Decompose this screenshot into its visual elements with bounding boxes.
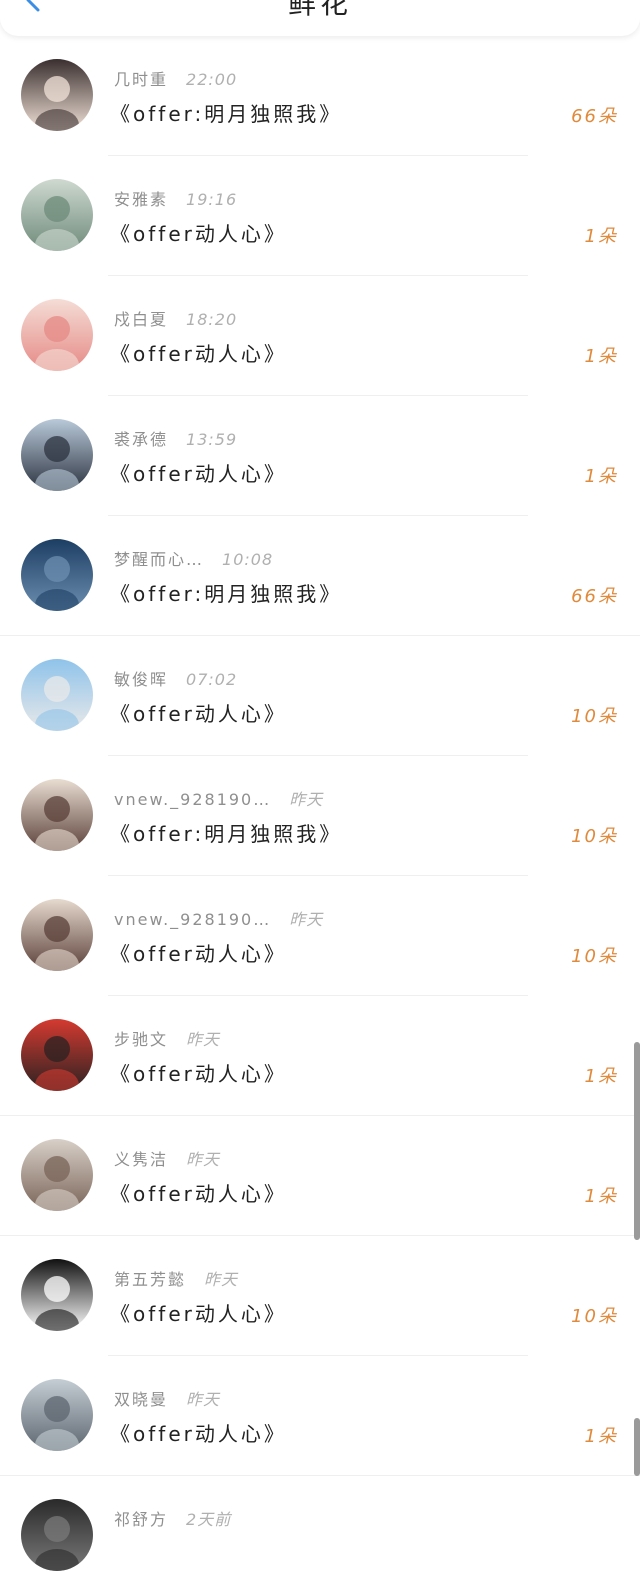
user-name-text: 祁舒方	[114, 1510, 169, 1529]
flower-count: 1朵	[584, 1066, 618, 1087]
list-item[interactable]: 几时重 22:00 《offer:明月独照我》 66朵	[0, 36, 640, 156]
user-name[interactable]: 裘承德 13:59	[114, 426, 237, 450]
book-title[interactable]: 《offer:明月独照我》	[110, 578, 342, 607]
list-item[interactable]: 戍白夏 18:20 《offer动人心》 1朵	[0, 276, 640, 396]
timestamp: 昨天	[186, 1390, 221, 1409]
list-item[interactable]: vnew._928190… 昨天《offer:明月独照我》 10朵	[0, 756, 640, 876]
list-item[interactable]: 梦醒而心… 10:08 《offer:明月独照我》 66朵	[0, 516, 640, 636]
book-title[interactable]: 《offer动人心》	[110, 1178, 287, 1207]
flower-count: 10朵	[571, 1306, 618, 1327]
list-item[interactable]: 祁舒方 2天前	[0, 1476, 640, 1596]
flower-count: 10朵	[571, 946, 618, 967]
timestamp: 昨天	[204, 1270, 239, 1289]
timestamp: 昨天	[289, 910, 324, 929]
user-name-text: 义隽洁	[114, 1150, 169, 1169]
list-item[interactable]: 第五芳懿 昨天《offer动人心》 10朵	[0, 1236, 640, 1356]
avatar[interactable]	[21, 659, 93, 731]
book-title[interactable]: 《offer:明月独照我》	[110, 818, 342, 847]
user-name[interactable]: 步驰文 昨天	[114, 1026, 220, 1050]
timestamp: 昨天	[289, 790, 324, 809]
scrollbar[interactable]	[634, 1042, 640, 1240]
book-title[interactable]: 《offer动人心》	[110, 1418, 287, 1447]
flower-count: 10朵	[571, 706, 618, 727]
user-name-text: 几时重	[114, 70, 169, 89]
flower-gift-list[interactable]: 几时重 22:00 《offer:明月独照我》 66朵 安雅素 19:16 《offer动…	[0, 36, 640, 1596]
book-title[interactable]: 《offer动人心》	[110, 1058, 287, 1087]
user-name-text: 戍白夏	[114, 310, 169, 329]
user-name[interactable]: 戍白夏 18:20	[114, 306, 237, 330]
list-item[interactable]: 步驰文 昨天《offer动人心》 1朵	[0, 996, 640, 1116]
list-item[interactable]: 裘承德 13:59 《offer动人心》 1朵	[0, 396, 640, 516]
page-title: 鲜花	[287, 0, 352, 20]
user-name-text: 梦醒而心…	[114, 550, 205, 569]
timestamp: 18:20	[186, 310, 238, 329]
user-name[interactable]: 几时重 22:00	[114, 66, 237, 90]
list-item[interactable]: 双晓曼 昨天《offer动人心》 1朵	[0, 1356, 640, 1476]
avatar[interactable]	[21, 899, 93, 971]
avatar[interactable]	[21, 299, 93, 371]
avatar[interactable]	[21, 1019, 93, 1091]
user-name-text: 第五芳懿	[114, 1270, 187, 1289]
timestamp: 22:00	[186, 70, 238, 89]
avatar[interactable]	[21, 179, 93, 251]
book-title[interactable]: 《offer动人心》	[110, 698, 287, 727]
user-name[interactable]: vnew._928190… 昨天	[114, 786, 323, 810]
user-name[interactable]: 双晓曼 昨天	[114, 1386, 220, 1410]
avatar[interactable]	[21, 539, 93, 611]
user-name[interactable]: 第五芳懿 昨天	[114, 1266, 238, 1290]
avatar[interactable]	[21, 1499, 93, 1571]
flower-count: 66朵	[571, 586, 618, 607]
user-name[interactable]: 祁舒方 2天前	[114, 1506, 231, 1530]
flower-count: 1朵	[584, 1426, 618, 1447]
avatar[interactable]	[21, 1139, 93, 1211]
top-bar: 鲜花	[0, 0, 640, 36]
avatar[interactable]	[21, 1379, 93, 1451]
book-title[interactable]: 《offer动人心》	[110, 1298, 287, 1327]
list-item[interactable]: 敏俊晖 07:02 《offer动人心》 10朵	[0, 636, 640, 756]
book-title[interactable]: 《offer动人心》	[110, 338, 287, 367]
timestamp: 13:59	[186, 430, 238, 449]
list-item[interactable]: 义隽洁 昨天《offer动人心》 1朵	[0, 1116, 640, 1236]
scrollbar-lower[interactable]	[634, 1418, 640, 1476]
book-title[interactable]: 《offer动人心》	[110, 218, 287, 247]
user-name[interactable]: 安雅素 19:16	[114, 186, 237, 210]
timestamp: 昨天	[186, 1030, 221, 1049]
avatar[interactable]	[21, 419, 93, 491]
user-name-text: 安雅素	[114, 190, 169, 209]
user-name-text: vnew._928190…	[114, 790, 272, 809]
timestamp: 07:02	[186, 670, 238, 689]
timestamp: 2天前	[186, 1510, 232, 1529]
user-name[interactable]: vnew._928190… 昨天	[114, 906, 323, 930]
user-name[interactable]: 梦醒而心… 10:08	[114, 546, 273, 570]
user-name[interactable]: 义隽洁 昨天	[114, 1146, 220, 1170]
user-name-text: 裘承德	[114, 430, 169, 449]
user-name-text: 敏俊晖	[114, 670, 169, 689]
flower-count: 1朵	[584, 346, 618, 367]
flower-count: 1朵	[584, 466, 618, 487]
user-name[interactable]: 敏俊晖 07:02	[114, 666, 237, 690]
flower-count: 66朵	[571, 106, 618, 127]
book-title[interactable]: 《offer动人心》	[110, 458, 287, 487]
timestamp: 10:08	[222, 550, 274, 569]
book-title[interactable]: 《offer动人心》	[110, 938, 287, 967]
avatar[interactable]	[21, 1259, 93, 1331]
user-name-text: 步驰文	[114, 1030, 169, 1049]
flower-count: 10朵	[571, 826, 618, 847]
user-name-text: 双晓曼	[114, 1390, 169, 1409]
flower-count: 1朵	[584, 1186, 618, 1207]
user-name-text: vnew._928190…	[114, 910, 272, 929]
avatar[interactable]	[21, 59, 93, 131]
timestamp: 19:16	[186, 190, 238, 209]
list-item[interactable]: 安雅素 19:16 《offer动人心》 1朵	[0, 156, 640, 276]
flower-count: 1朵	[584, 226, 618, 247]
avatar[interactable]	[21, 779, 93, 851]
timestamp: 昨天	[186, 1150, 221, 1169]
book-title[interactable]: 《offer:明月独照我》	[110, 98, 342, 127]
list-item[interactable]: vnew._928190… 昨天 《offer动人心》 10朵	[0, 876, 640, 996]
